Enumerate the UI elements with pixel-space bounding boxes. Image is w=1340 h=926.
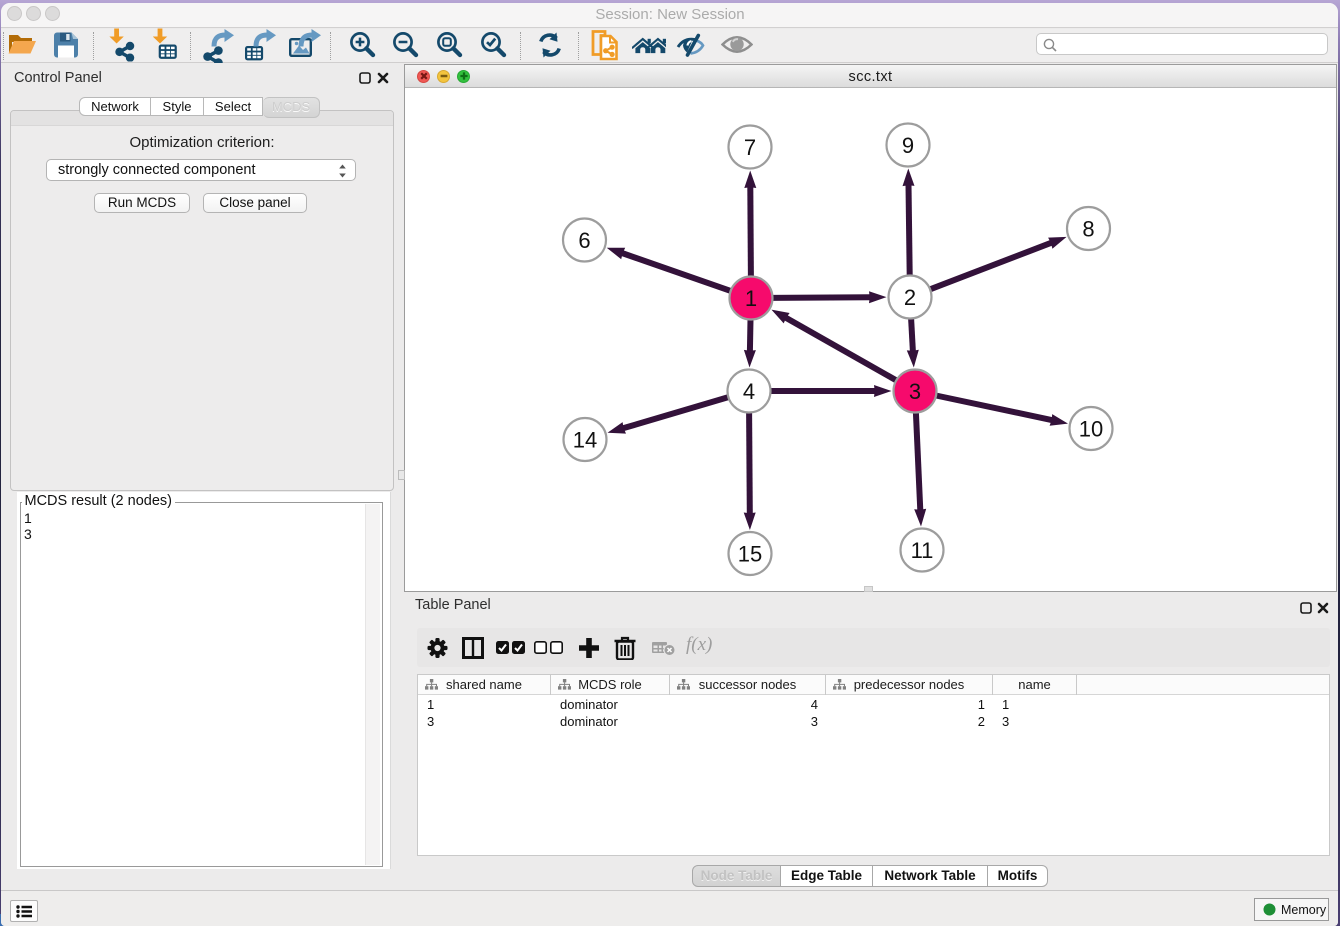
svg-text:9: 9 bbox=[902, 133, 914, 158]
svg-text:3: 3 bbox=[909, 379, 921, 404]
svg-text:2: 2 bbox=[904, 285, 916, 310]
svg-text:14: 14 bbox=[573, 428, 597, 453]
svg-text:10: 10 bbox=[1079, 417, 1103, 442]
svg-text:6: 6 bbox=[578, 228, 590, 253]
svg-text:11: 11 bbox=[911, 538, 934, 563]
svg-text:7: 7 bbox=[744, 135, 756, 160]
svg-text:4: 4 bbox=[743, 379, 755, 404]
svg-text:8: 8 bbox=[1082, 217, 1094, 242]
svg-text:1: 1 bbox=[745, 286, 757, 311]
svg-text:15: 15 bbox=[738, 542, 762, 567]
